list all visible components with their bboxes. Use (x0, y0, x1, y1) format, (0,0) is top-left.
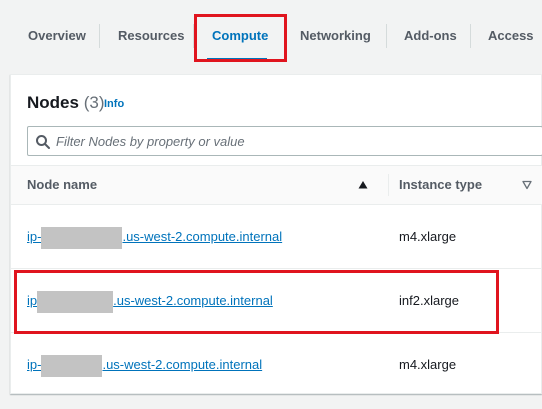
redacted-block (41, 226, 123, 249)
nodes-title-label: Nodes (27, 93, 79, 112)
filter-nodes-input[interactable] (56, 127, 536, 155)
highlight-box (14, 270, 499, 334)
tab-overview[interactable]: Overview (28, 0, 86, 72)
column-header-instance-type[interactable]: Instance type (399, 166, 482, 204)
table-row: ip- .us-west-2.compute.internal m4.xlarge (11, 333, 542, 397)
caret-up-filled-icon[interactable] (358, 180, 368, 190)
instance-type-cell: m4.xlarge (399, 357, 457, 372)
column-divider (388, 174, 389, 196)
node-name-link[interactable]: ip- .us-west-2.compute.internal (27, 205, 282, 269)
node-name-suffix: .us-west-2.compute.internal (122, 229, 283, 244)
highlight-box (194, 14, 287, 62)
filter-box (27, 126, 542, 156)
tab-networking[interactable]: Networking (300, 0, 371, 72)
node-name-link[interactable]: ip- .us-west-2.compute.internal (27, 333, 262, 397)
caret-down-outline-icon[interactable] (522, 180, 532, 190)
info-link[interactable]: Info (104, 98, 124, 110)
nodes-count: (3) (83, 93, 105, 112)
nodes-title: Nodes (3) (27, 93, 104, 113)
node-name-prefix: ip- (27, 357, 42, 372)
column-header-node-name[interactable]: Node name (27, 166, 97, 204)
tab-divider (386, 24, 387, 48)
node-name-prefix: ip- (27, 229, 42, 244)
search-icon (36, 135, 50, 149)
node-name-suffix: .us-west-2.compute.internal (102, 357, 263, 372)
tab-divider (470, 24, 471, 48)
tab-divider (99, 24, 100, 48)
tab-add-ons[interactable]: Add-ons (404, 0, 457, 72)
table-row: ip- .us-west-2.compute.internal m4.xlarge (11, 205, 542, 269)
redacted-block (41, 354, 103, 377)
instance-type-cell: m4.xlarge (399, 229, 457, 244)
tab-access[interactable]: Access (488, 0, 534, 72)
table-header: Node name Instance type (11, 165, 542, 205)
tab-resources[interactable]: Resources (118, 0, 184, 72)
nodes-panel: Nodes (3) Info Node name Instance type i… (10, 74, 542, 394)
